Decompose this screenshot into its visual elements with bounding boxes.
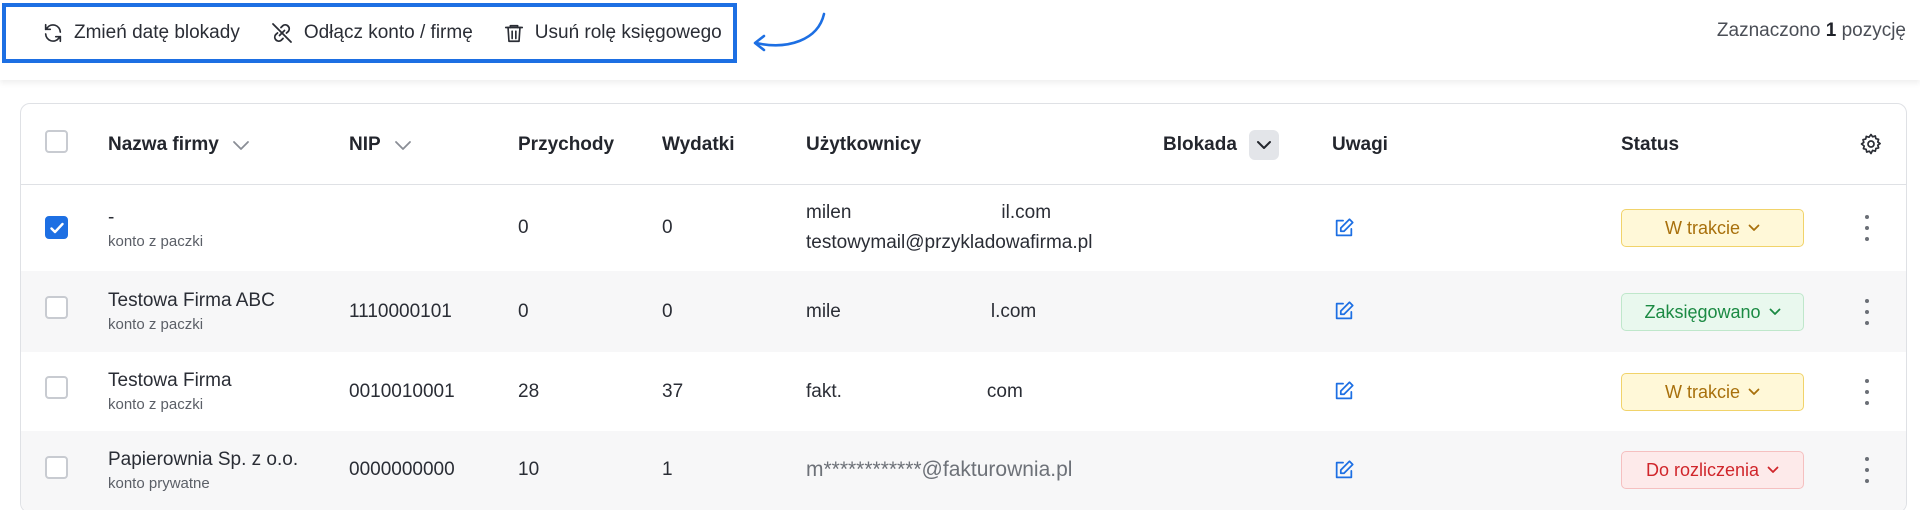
company-name: Testowa Firma <box>108 370 232 391</box>
column-header-nip[interactable]: NIP <box>349 104 413 185</box>
trash-icon <box>504 24 523 43</box>
account-type: konto z paczki <box>108 396 204 413</box>
income-cell: 0 <box>518 300 529 322</box>
user-email: testowymail@przykladowafirma.pl <box>806 232 1093 253</box>
company-name: - <box>108 206 115 228</box>
account-type: konto z paczki <box>108 232 204 250</box>
gear-icon[interactable] <box>1859 132 1883 156</box>
column-header-lock: Blokada <box>1163 104 1279 185</box>
edit-note-icon[interactable] <box>1333 380 1355 402</box>
nip-cell: 1110000101 <box>349 300 452 322</box>
row-menu-icon[interactable] <box>1862 299 1872 325</box>
user-email: milen il.com <box>806 201 1052 224</box>
unlink-account-label: Odłącz konto / firmę <box>303 22 473 43</box>
row-menu-icon[interactable] <box>1862 379 1872 405</box>
nip-cell: 0000000000 <box>349 459 455 480</box>
edit-note-icon[interactable] <box>1333 217 1355 239</box>
chevron-down-icon <box>1767 466 1779 473</box>
column-header-users: Użytkownicy <box>806 133 922 155</box>
account-type: konto prywatne <box>108 474 210 492</box>
status-dropdown[interactable]: Do rozliczenia <box>1621 451 1804 489</box>
users-cell: m************@fakturownia.pl <box>806 431 1072 509</box>
bulk-actions-highlight: Zmień datę blokady Odłącz konto / firmę … <box>2 3 737 63</box>
remove-accountant-role-button[interactable]: Usuń rolę księgowego <box>503 13 722 53</box>
company-name-cell: Testowa Firma ABC konto z paczki <box>108 271 275 352</box>
users-cell: mile l.com <box>806 271 1036 352</box>
row-menu-icon[interactable] <box>1862 457 1872 483</box>
income-cell: 28 <box>518 380 540 402</box>
users-cell: fakt. com <box>806 352 1023 431</box>
column-header-status: Status <box>1621 133 1680 155</box>
redaction-mask <box>840 300 991 323</box>
table-row[interactable]: Testowa Firma ABC konto z paczki 1110000… <box>21 271 1906 352</box>
company-name-cell: Testowa Firma konto z paczki <box>108 352 232 431</box>
status-dropdown[interactable]: Zaksięgowano <box>1621 293 1804 331</box>
users-cell: milen il.com testowymail@przykladowafirma… <box>806 185 1092 271</box>
edit-note-icon[interactable] <box>1333 300 1355 322</box>
row-checkbox[interactable] <box>45 456 68 479</box>
table-row[interactable]: Papierownia Sp. z o.o. konto prywatne 00… <box>21 431 1906 510</box>
row-checkbox[interactable] <box>45 376 68 399</box>
pointer-arrow-icon <box>753 12 826 52</box>
table-row[interactable]: - konto z paczki 0 0 milen il.com testowy… <box>21 185 1906 271</box>
redaction-mask <box>841 380 987 403</box>
table-row[interactable]: Testowa Firma konto z paczki 0010010001 … <box>21 352 1906 431</box>
selected-count: Zaznaczono 1 pozycję <box>1716 20 1906 41</box>
income-cell: 0 <box>518 217 529 238</box>
chevron-down-icon <box>1748 224 1760 231</box>
change-lock-date-label: Zmień datę blokady <box>74 22 240 43</box>
user-email: m************@fakturownia.pl <box>806 458 1073 481</box>
table-header: Nazwa firmy NIP Przychody Wydatki Użytko… <box>21 104 1906 185</box>
company-name-cell: - konto z paczki <box>108 185 203 271</box>
chevron-down-icon <box>1769 308 1780 315</box>
row-menu-icon[interactable] <box>1862 215 1872 241</box>
unlink-icon <box>271 23 292 43</box>
change-lock-date-button[interactable]: Zmień datę blokady <box>42 13 240 53</box>
company-name: Papierownia Sp. z o.o. <box>108 448 299 470</box>
company-name-cell: Papierownia Sp. z o.o. konto prywatne <box>108 431 298 509</box>
user-email: mile l.com <box>806 300 1037 323</box>
refresh-icon <box>44 23 62 43</box>
select-all-checkbox[interactable] <box>45 130 68 153</box>
chevron-down-icon <box>1256 140 1271 149</box>
column-header-income: Przychody <box>518 133 615 155</box>
sort-chevron-icon[interactable] <box>231 139 251 151</box>
remove-accountant-role-label: Usuń rolę księgowego <box>534 22 722 43</box>
companies-table: Nazwa firmy NIP Przychody Wydatki Użytko… <box>20 103 1907 510</box>
column-header-name[interactable]: Nazwa firmy <box>108 104 251 185</box>
bulk-actions-bar: Zmień datę blokady Odłącz konto / firmę … <box>0 0 1920 80</box>
row-checkbox[interactable] <box>45 296 68 319</box>
column-header-notes: Uwagi <box>1332 133 1388 155</box>
row-checkbox[interactable] <box>45 216 68 239</box>
nip-cell: 0010010001 <box>349 380 455 402</box>
lock-dropdown-button[interactable] <box>1248 129 1279 160</box>
status-dropdown[interactable]: W trakcie <box>1621 373 1804 411</box>
column-header-expenses: Wydatki <box>662 133 735 155</box>
sort-chevron-icon[interactable] <box>393 139 413 151</box>
edit-note-icon[interactable] <box>1333 459 1355 481</box>
user-email: fakt. com <box>806 380 1023 403</box>
income-cell: 10 <box>518 459 540 480</box>
chevron-down-icon <box>1748 388 1760 395</box>
company-name: Testowa Firma ABC <box>108 290 275 311</box>
redaction-mask <box>851 201 1002 224</box>
status-dropdown[interactable]: W trakcie <box>1621 209 1804 247</box>
expenses-cell: 37 <box>662 380 684 402</box>
expenses-cell: 1 <box>662 459 673 480</box>
checkmark-icon <box>49 222 64 233</box>
expenses-cell: 0 <box>662 217 673 238</box>
unlink-account-button[interactable]: Odłącz konto / firmę <box>270 13 473 53</box>
account-type: konto z paczki <box>108 316 204 333</box>
expenses-cell: 0 <box>662 300 673 322</box>
